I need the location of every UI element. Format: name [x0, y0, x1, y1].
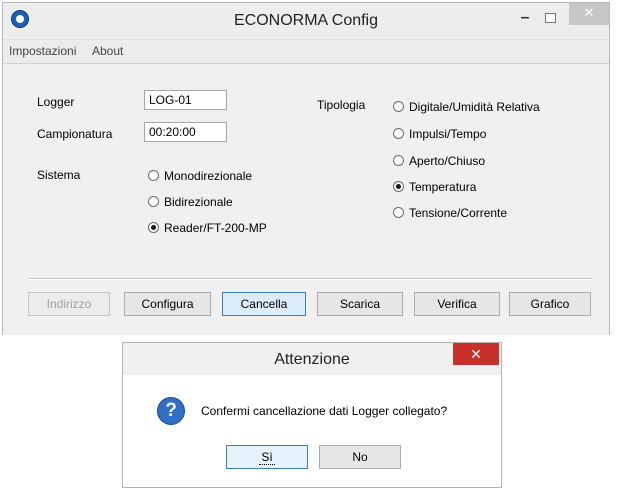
grafico-button[interactable]: Grafico [509, 292, 591, 316]
dialog-body: ? Confermi cancellazione dati Logger col… [123, 375, 501, 487]
radio-label: Impulsi/Tempo [409, 127, 487, 141]
title-bar: ECONORMA Config – ✕ [3, 3, 609, 39]
radio-button[interactable] [148, 170, 159, 181]
radio-button[interactable] [148, 196, 159, 207]
radio-label: Temperatura [409, 180, 477, 194]
radio-button[interactable] [393, 155, 404, 166]
radio-label: Monodirezionale [164, 169, 253, 183]
menu-about[interactable]: About [92, 44, 123, 58]
campionatura-input[interactable]: 00:20:00 [144, 122, 227, 142]
radio-label: Bidirezionale [164, 195, 233, 209]
radio-label: Reader/FT-200-MP [164, 221, 267, 235]
indirizzo-button[interactable]: Indirizzo [28, 292, 110, 316]
dialog-close-button[interactable]: ✕ [453, 343, 499, 365]
menu-impostazioni[interactable]: Impostazioni [9, 44, 76, 58]
configura-button[interactable]: Configura [124, 292, 211, 316]
sistema-label: Sistema [37, 168, 81, 182]
minimize-button[interactable]: – [515, 10, 535, 29]
radio-button[interactable] [393, 128, 404, 139]
main-window: ECONORMA Config – ✕ Impostazioni About L… [2, 2, 610, 335]
dialog-message: Confermi cancellazione dati Logger colle… [201, 404, 448, 418]
close-button[interactable]: ✕ [569, 3, 609, 25]
radio-button[interactable] [148, 222, 159, 233]
maximize-button[interactable] [545, 13, 556, 23]
separator [29, 278, 593, 280]
radio-label: Aperto/Chiuso [409, 154, 486, 168]
radio-label: Digitale/Umidità Relativa [409, 100, 540, 114]
verifica-button[interactable]: Verifica [414, 292, 500, 316]
radio-button[interactable] [393, 101, 404, 112]
config-panel: Logger LOG-01 Campionatura 00:20:00 Sist… [3, 63, 609, 335]
dialog-title: Attenzione [274, 351, 350, 368]
confirm-dialog: Attenzione ✕ ? Confermi cancellazione da… [122, 342, 502, 488]
question-icon: ? [157, 397, 185, 425]
yes-button[interactable]: Sì [226, 445, 308, 469]
logger-input[interactable]: LOG-01 [144, 90, 227, 110]
scarica-button[interactable]: Scarica [317, 292, 403, 316]
menu-bar: Impostazioni About [3, 39, 609, 64]
radio-label: Tensione/Corrente [409, 206, 508, 220]
yes-button-label: Sì [259, 450, 275, 465]
campionatura-label: Campionatura [37, 127, 113, 141]
radio-button[interactable] [393, 207, 404, 218]
radio-button[interactable] [393, 181, 404, 192]
cancella-button[interactable]: Cancella [222, 292, 306, 316]
no-button[interactable]: No [319, 445, 401, 469]
tipologia-label: Tipologia [317, 98, 366, 112]
logger-label: Logger [37, 95, 75, 109]
